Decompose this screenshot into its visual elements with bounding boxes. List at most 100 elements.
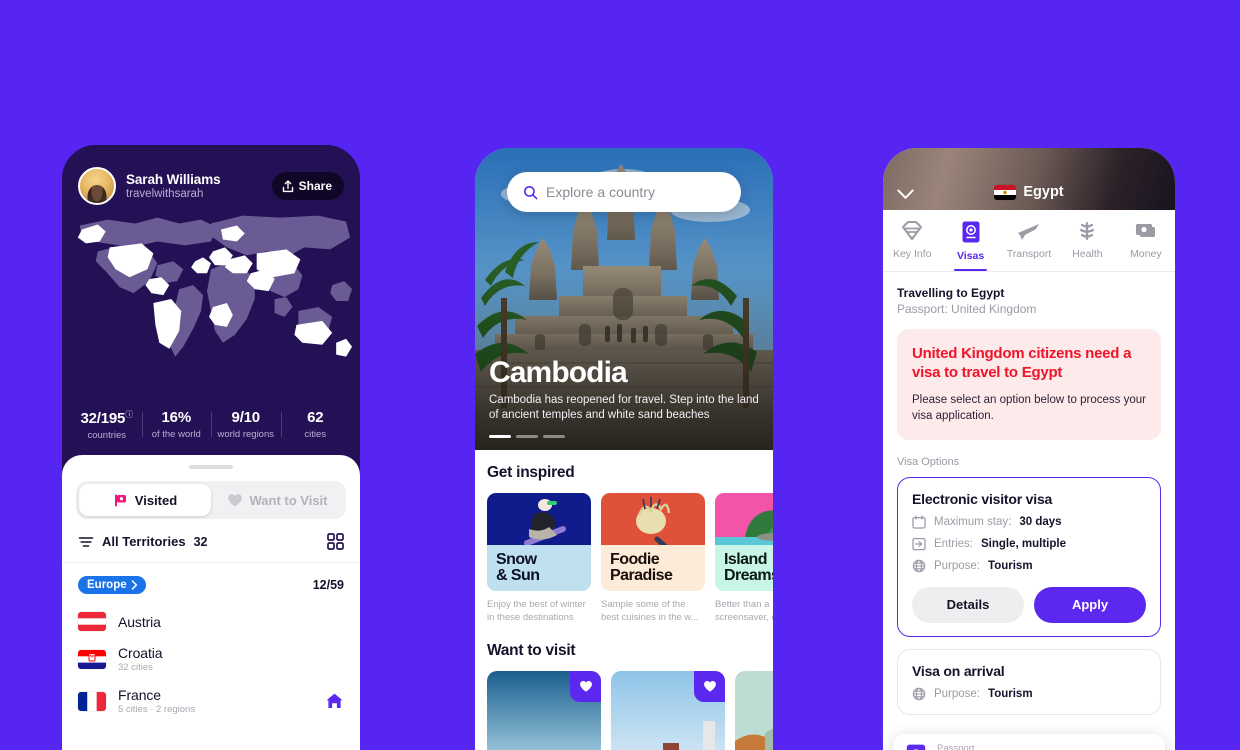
want-to-visit-row[interactable] <box>487 671 773 750</box>
section-title-get-inspired: Get inspired <box>487 464 575 481</box>
tab-want-to-visit[interactable]: Want to Visit <box>211 484 343 516</box>
carousel-dot[interactable] <box>543 435 565 438</box>
carousel-dot[interactable] <box>516 435 538 438</box>
country-title: Egypt <box>883 184 1175 200</box>
visa-option-card-electronic[interactable]: Electronic visitor visa Maximum stay: 30… <box>897 476 1161 637</box>
get-inspired-row[interactable]: Snow & Sun Enjoy the best of winter in t… <box>487 493 773 624</box>
inspiration-card[interactable]: Snow & Sun Enjoy the best of winter in t… <box>487 493 591 624</box>
share-label: Share <box>298 179 332 193</box>
inspiration-card-label: Snow & Sun <box>496 550 540 584</box>
hero-title: Cambodia <box>489 355 628 389</box>
list-item-country[interactable]: France 5 cities · 2 regions <box>62 680 360 722</box>
inspiration-card-body: Foodie Paradise <box>601 493 705 591</box>
chevron-down-icon[interactable] <box>897 189 914 200</box>
inspiration-card[interactable]: Island Dreams Better than a screensaver,… <box>715 493 773 624</box>
alert-title: United Kingdom citizens need a visa to t… <box>912 345 1132 381</box>
flag-egypt <box>994 184 1017 200</box>
globe-icon <box>912 559 926 573</box>
hero-banner[interactable]: Explore a country Cambodia Cambodia has … <box>475 148 773 450</box>
visa-required-alert: United Kingdom citizens need a visa to t… <box>897 329 1161 440</box>
grid-icon[interactable] <box>327 533 344 550</box>
region-chip-europe[interactable]: Europe <box>78 576 146 594</box>
want-to-visit-card[interactable] <box>611 671 725 750</box>
inspiration-card-label-area: Foodie Paradise <box>601 545 705 591</box>
list-item-country[interactable]: Croatia 32 cities <box>62 638 360 680</box>
country-texts: France 5 cities · 2 regions <box>118 687 325 715</box>
heart-badge[interactable] <box>694 671 725 703</box>
tab-visas[interactable]: Visas <box>941 220 999 271</box>
section-title-want-to-visit: Want to visit <box>487 642 576 660</box>
gem-icon <box>902 221 923 240</box>
want-card-image <box>735 671 773 750</box>
passport-selector-texts: Passport United Kingdom <box>937 743 1126 750</box>
heart-icon <box>703 681 716 692</box>
visa-row-purpose: Purpose: Tourism <box>912 559 1146 573</box>
profile-names: Sarah Williams travelwithsarah <box>126 172 272 200</box>
visas-panel: Travelling to Egypt Passport: United Kin… <box>883 272 1175 750</box>
inspiration-card-label: Foodie Paradise <box>610 550 673 584</box>
stat-countries-label: countries <box>87 430 127 441</box>
inspiration-card[interactable]: Foodie Paradise Sample some of the best … <box>601 493 705 624</box>
visa-row-label: Entries: <box>934 537 973 550</box>
heart-badge[interactable] <box>570 671 601 703</box>
country-name-label: Egypt <box>1023 184 1064 200</box>
stat-regions: 9/10 world regions <box>211 409 281 441</box>
filter-icon[interactable] <box>78 535 94 549</box>
visa-row-label: Purpose: <box>934 687 981 700</box>
tab-health-label: Health <box>1072 248 1103 260</box>
hero-subtitle: Cambodia has reopened for travel. Step i… <box>489 393 759 422</box>
region-chip-label: Europe <box>87 579 127 591</box>
visa-card-actions: Details Apply <box>912 586 1146 623</box>
tab-key-info[interactable]: Key Info <box>883 220 941 271</box>
inspiration-card-image-foodie <box>601 493 705 545</box>
stat-world-percent-label: of the world <box>151 429 201 440</box>
passport-selector[interactable]: Passport United Kingdom <box>893 734 1165 750</box>
heart-icon <box>227 493 242 506</box>
stat-cities-value: 62 <box>307 409 324 426</box>
visa-row-value: Tourism <box>988 559 1033 572</box>
want-to-visit-card[interactable] <box>487 671 601 750</box>
world-map[interactable] <box>62 207 360 407</box>
inspiration-card-body: Island Dreams <box>715 493 773 591</box>
search-placeholder: Explore a country <box>546 184 655 200</box>
screenshot-stage: Sarah Williams travelwithsarah Share 32/… <box>0 0 1240 750</box>
search-icon <box>524 185 538 199</box>
share-button[interactable]: Share <box>271 172 344 200</box>
passport-icon <box>962 221 980 243</box>
want-to-visit-card[interactable] <box>735 671 773 750</box>
tab-visited[interactable]: Visited <box>79 484 211 516</box>
tab-transport[interactable]: Transport <box>1000 220 1058 271</box>
apply-button[interactable]: Apply <box>1034 586 1146 623</box>
tab-money-label: Money <box>1130 248 1162 260</box>
world-map-svg <box>77 215 353 357</box>
region-fraction: 12/59 <box>312 578 344 592</box>
visa-option-title: Electronic visitor visa <box>912 490 1053 507</box>
plane-icon <box>1018 224 1040 240</box>
visa-row-value: Tourism <box>988 687 1033 700</box>
inspiration-card-label-area: Island Dreams <box>715 545 773 591</box>
share-icon <box>282 179 293 192</box>
home-icon[interactable] <box>325 692 344 710</box>
stat-cities: 62 cities <box>280 409 351 441</box>
carousel-dot[interactable] <box>489 435 511 438</box>
phone-profile: Sarah Williams travelwithsarah Share 32/… <box>62 145 360 750</box>
filter-label: All Territories <box>102 534 186 549</box>
profile-header-area: Sarah Williams travelwithsarah Share 32/… <box>62 145 360 463</box>
tab-health[interactable]: Health <box>1058 220 1116 271</box>
avatar[interactable] <box>78 167 116 205</box>
info-icon[interactable]: ⓘ <box>125 410 133 419</box>
tab-money[interactable]: Money <box>1117 220 1175 271</box>
carousel-dots[interactable] <box>489 435 565 438</box>
sheet-grabber[interactable] <box>189 465 233 469</box>
visa-row-label: Purpose: <box>934 559 981 572</box>
stat-regions-label: world regions <box>217 429 275 440</box>
flag-croatia <box>78 649 106 669</box>
entry-arrow-icon <box>912 537 926 551</box>
details-button[interactable]: Details <box>912 586 1024 623</box>
hero-text: Cambodia Cambodia has reopened for trave… <box>489 357 759 424</box>
tab-transport-label: Transport <box>1006 248 1052 260</box>
visa-option-title: Visa on arrival <box>912 662 1005 679</box>
search-input[interactable]: Explore a country <box>507 172 741 212</box>
visa-option-card-on-arrival[interactable]: Visa on arrival Purpose: Tourism <box>897 648 1161 715</box>
list-item-country[interactable]: Austria <box>62 605 360 638</box>
